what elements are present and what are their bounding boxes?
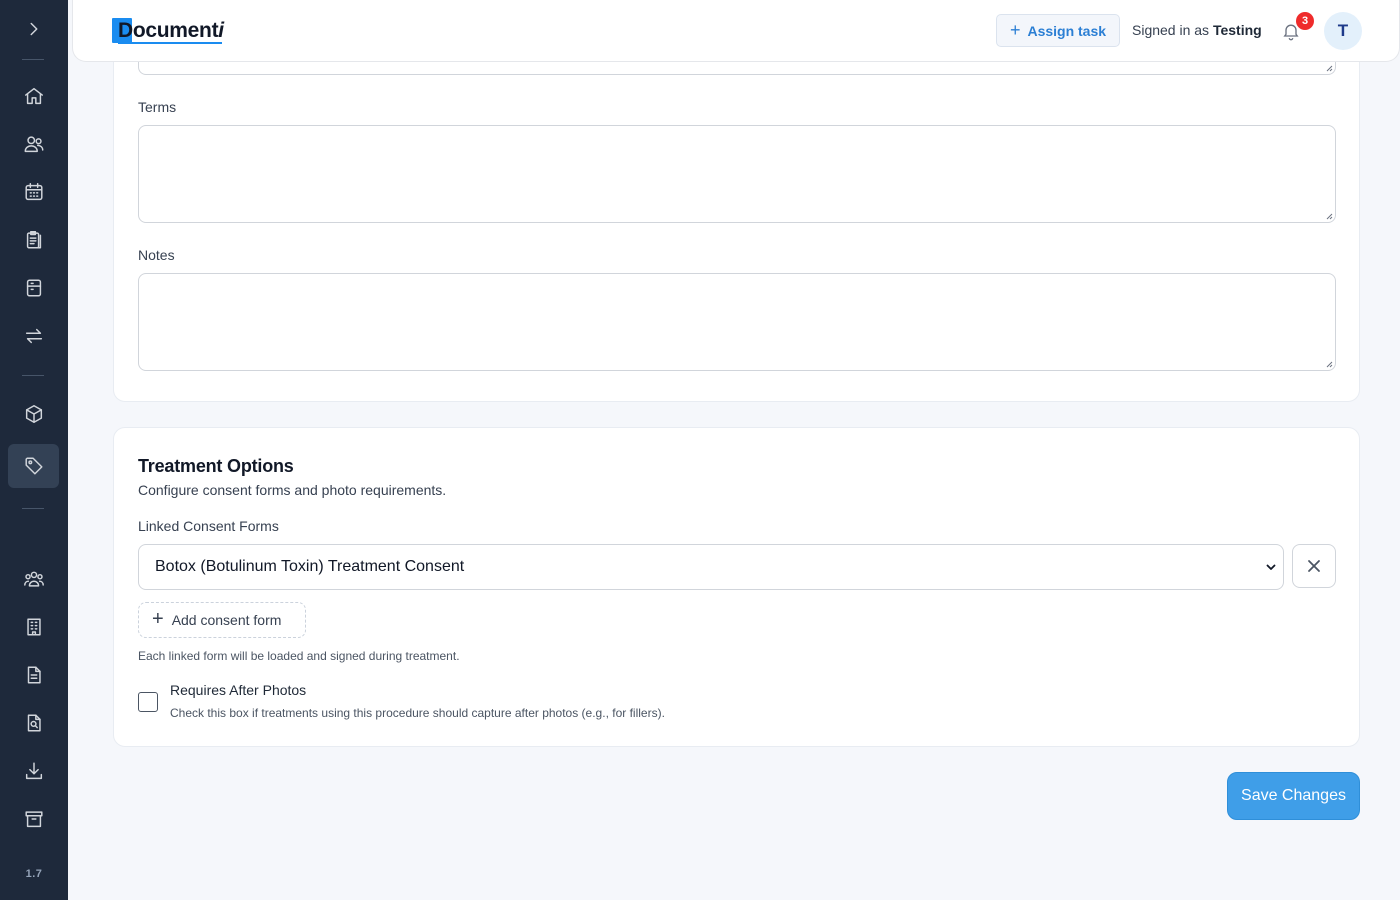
- sidebar-item-products[interactable]: [8, 392, 59, 436]
- sidebar-item-team[interactable]: [8, 557, 59, 601]
- clipboard-icon: [26, 231, 41, 249]
- terms-textarea[interactable]: [138, 125, 1336, 223]
- sidebar-item-calendar[interactable]: [8, 170, 59, 214]
- treatment-options-card: Treatment Options Configure consent form…: [113, 427, 1360, 747]
- add-consent-form-label: Add consent form: [171, 612, 282, 628]
- sidebar-divider: [22, 508, 44, 509]
- users-icon: [24, 136, 43, 153]
- chevron-down-icon: [1266, 564, 1276, 570]
- cabinet-icon: [26, 279, 41, 297]
- sidebar-item-documents[interactable]: [8, 653, 59, 697]
- plus-icon: +: [152, 608, 164, 630]
- sidebar-item-archive[interactable]: [8, 797, 59, 841]
- consent-forms-help-text: Each linked form will be loaded and sign…: [138, 649, 460, 663]
- user-avatar[interactable]: T: [1324, 12, 1362, 50]
- resize-grip-icon: [1326, 361, 1333, 368]
- notes-textarea[interactable]: [138, 273, 1336, 371]
- remove-consent-form-button[interactable]: [1292, 544, 1336, 588]
- signed-in-status: Signed in as Testing: [1132, 22, 1262, 38]
- sidebar-expand-button[interactable]: [8, 7, 59, 51]
- close-icon: [1308, 560, 1320, 572]
- notes-label: Notes: [138, 247, 175, 263]
- sidebar-item-document-search[interactable]: [8, 701, 59, 745]
- terms-label: Terms: [138, 99, 177, 115]
- consent-form-select[interactable]: Botox (Botulinum Toxin) Treatment Consen…: [138, 544, 1284, 590]
- sidebar-divider: [22, 375, 44, 376]
- add-consent-form-button[interactable]: + Add consent form: [138, 602, 306, 638]
- tag-icon: [24, 457, 43, 475]
- document-icon: [27, 666, 41, 684]
- linked-consent-forms-label: Linked Consent Forms: [138, 518, 279, 534]
- app-version: 1.7: [25, 868, 43, 880]
- resize-grip-icon: [1326, 213, 1333, 220]
- download-icon: [25, 762, 42, 780]
- plus-icon: +: [1009, 19, 1021, 40]
- requires-after-photos-checkbox[interactable]: [138, 692, 158, 712]
- transfer-icon: [25, 328, 42, 344]
- signed-in-user: Testing: [1212, 22, 1262, 38]
- requires-after-photos-label: Requires After Photos: [170, 682, 307, 698]
- archive-icon: [24, 811, 43, 828]
- requires-after-photos-help: Check this box if treatments using this …: [170, 706, 665, 720]
- section-title: Treatment Options: [138, 456, 294, 476]
- notification-count-badge: 3: [1296, 12, 1314, 30]
- sidebar-item-transfers[interactable]: [8, 314, 59, 358]
- sidebar-item-locations[interactable]: [8, 605, 59, 649]
- team-icon: [23, 571, 44, 587]
- notifications-button[interactable]: 3: [1281, 12, 1314, 44]
- assign-task-button[interactable]: + Assign task: [996, 14, 1120, 47]
- logo-text: Documenti: [118, 19, 224, 44]
- building-icon: [26, 618, 41, 636]
- sidebar-item-procedures[interactable]: [8, 444, 59, 488]
- section-subtitle: Configure consent forms and photo requir…: [138, 482, 447, 498]
- save-changes-button[interactable]: Save Changes: [1227, 772, 1360, 820]
- sidebar-item-users[interactable]: [8, 122, 59, 166]
- calendar-icon: [24, 183, 43, 201]
- sidebar-divider: [22, 59, 44, 60]
- consent-form-selected-value: Botox (Botulinum Toxin) Treatment Consen…: [155, 558, 465, 575]
- sidebar-item-cabinet[interactable]: [8, 266, 59, 310]
- top-header: Documenti + Assign task Signed in as Tes…: [72, 0, 1400, 62]
- sidebar-item-home[interactable]: [8, 74, 59, 118]
- sidebar: 1.7: [0, 0, 68, 900]
- sidebar-item-downloads[interactable]: [8, 749, 59, 793]
- home-icon: [24, 87, 43, 105]
- resize-grip-icon: [1326, 65, 1333, 72]
- expand-chevron-icon: [30, 22, 37, 36]
- assign-task-label: Assign task: [1027, 22, 1107, 39]
- box-icon: [25, 405, 42, 423]
- document-search-icon: [27, 714, 41, 732]
- app-logo[interactable]: Documenti: [112, 18, 224, 44]
- sidebar-item-clipboard[interactable]: [8, 218, 59, 262]
